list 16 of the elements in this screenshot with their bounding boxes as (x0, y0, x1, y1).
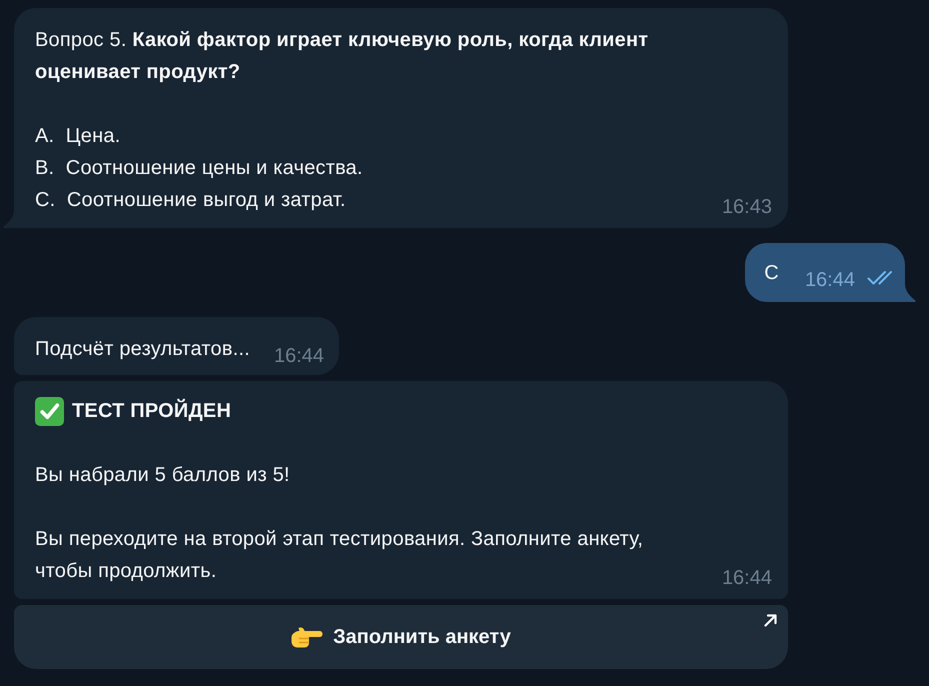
check-mark-icon (35, 396, 64, 426)
message-text: C (764, 261, 779, 286)
message-text: Вы переходите на второй этап тестирования. Заполните анкету, чтобы продолжить. (35, 527, 644, 584)
message-text: Вы набрали 5 баллов из 5! (35, 463, 290, 488)
answer-option: B. Соотношение цены и качества. (35, 152, 363, 184)
fill-form-button[interactable]: Заполнить анкету (14, 605, 788, 669)
message-text: Подсчёт результатов... (35, 337, 250, 362)
question-text: Вопрос 5. Какой фактор играет ключевую роль, когда клиент оценивает продукт? (35, 28, 650, 85)
message-time: 16:44 (804, 268, 855, 293)
pointing-hand-icon (291, 626, 324, 648)
answer-option: C. Соотношение выгод и затрат. (35, 184, 346, 216)
answer-option: A. Цена. (35, 120, 120, 152)
message-time: 16:44 (274, 344, 324, 369)
message-time: 16:44 (722, 566, 772, 591)
message-time: 16:43 (722, 195, 772, 220)
result-title: ТЕСТ ПРОЙДЕН (72, 398, 232, 424)
